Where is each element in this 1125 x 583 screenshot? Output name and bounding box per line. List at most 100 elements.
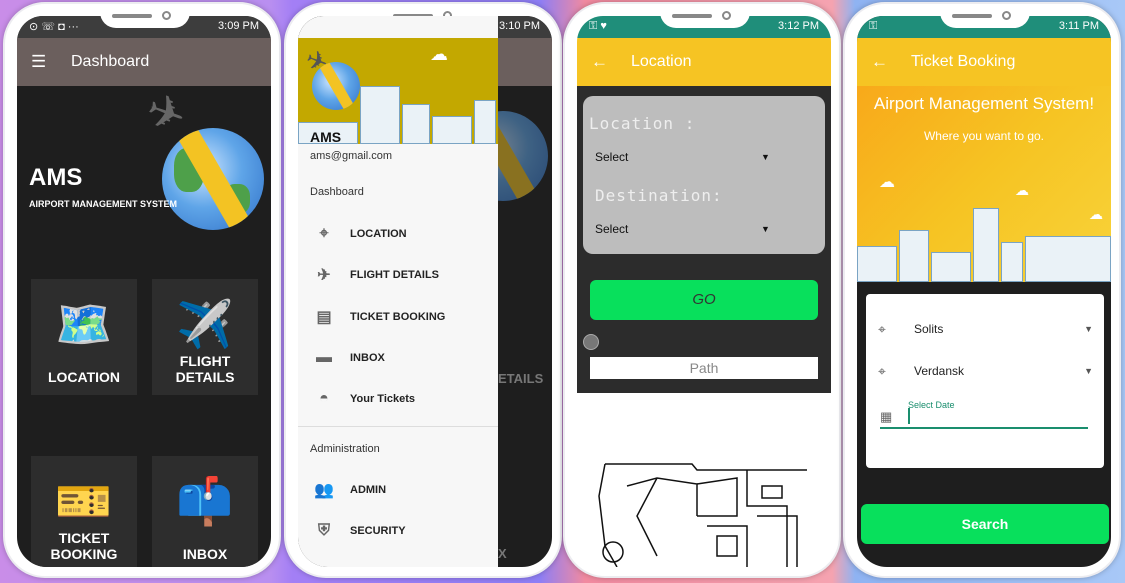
dropdown-caret-icon: ▼ bbox=[1084, 324, 1093, 334]
dropdown-caret-icon: ▼ bbox=[761, 224, 770, 234]
floor-plan-map bbox=[598, 463, 807, 567]
ams-subtitle: AIRPORT MANAGEMENT SYSTEM bbox=[29, 199, 178, 209]
drawer-item-flight-details[interactable]: ✈ FLIGHT DETAILS bbox=[298, 260, 498, 290]
status-icons: ⚿ bbox=[869, 20, 878, 32]
location-select[interactable]: Select ▼ bbox=[595, 150, 775, 164]
back-arrow-icon[interactable]: ← bbox=[871, 52, 893, 72]
drawer-item-label: FLIGHT DETAILS bbox=[350, 269, 440, 281]
location-screen: ⚿ ♥ 3:12 PM ← Location Location : Select… bbox=[577, 16, 831, 567]
to-select-value: Verdansk bbox=[914, 364, 965, 378]
mailbox-icon: ▬ bbox=[316, 349, 332, 366]
location-label: Location : bbox=[589, 114, 696, 133]
status-time: 3:11 PM bbox=[1058, 20, 1099, 32]
location-panel: Location : Select ▼ Destination: Select … bbox=[577, 86, 831, 393]
drawer-item-admin[interactable]: 👥 ADMIN bbox=[298, 475, 498, 505]
phone-notch bbox=[940, 4, 1030, 28]
back-arrow-icon[interactable]: ← bbox=[591, 52, 613, 72]
tile-ticket-booking[interactable]: 🎫 TICKET BOOKING bbox=[31, 456, 137, 567]
airplane-icon: ✈️ bbox=[176, 298, 234, 350]
status-time: 3:10 PM bbox=[499, 20, 540, 32]
destination-select[interactable]: Select ▼ bbox=[595, 222, 775, 236]
status-icons: ⊙ ☏ ◘ ··· bbox=[29, 21, 79, 33]
ticket-icon: ▤ bbox=[316, 309, 332, 326]
drawer-item-inbox[interactable]: ▬ INBOX bbox=[298, 343, 498, 373]
tile-location[interactable]: 🗺️ LOCATION bbox=[31, 279, 137, 395]
tile-flight-details[interactable]: ✈️ FLIGHT DETAILS bbox=[152, 279, 258, 395]
ticket-booking-screen: ⚿ 3:11 PM ← Ticket Booking ☁ ☁ ☁ Airport… bbox=[857, 16, 1111, 567]
drawer-item-your-tickets[interactable]: ◓ Your Tickets bbox=[298, 384, 498, 414]
drawer-item-label: SECURITY bbox=[350, 525, 406, 537]
location-select-value: Select bbox=[595, 150, 629, 164]
date-input-underline bbox=[880, 427, 1088, 429]
to-select[interactable]: ⌖ Verdansk ▼ bbox=[878, 358, 1093, 384]
tile-label-behind: ETAILS bbox=[498, 371, 544, 386]
dropdown-caret-icon: ▼ bbox=[1084, 366, 1093, 376]
radio-indicator bbox=[583, 334, 599, 350]
ticket-icon: 🎫 bbox=[55, 475, 113, 527]
mailbox-icon: 📫 bbox=[176, 475, 234, 527]
location-pin-icon: ⌖ bbox=[319, 225, 329, 242]
airplane-icon: ✈ bbox=[317, 267, 331, 284]
destination-select-value: Select bbox=[595, 222, 629, 236]
cloud-icon: ☁ bbox=[1015, 182, 1029, 198]
tile-label: LOCATION bbox=[47, 369, 121, 385]
phone-notch bbox=[100, 4, 190, 28]
status-icons: ⚿ ♥ bbox=[589, 20, 607, 32]
navigation-drawer: ✈ ☁ AMS ams@gmail.com Dashboard ⌖ LOCATI… bbox=[298, 16, 498, 567]
app-bar: ← Ticket Booking bbox=[857, 38, 1111, 86]
search-button[interactable]: Search bbox=[861, 504, 1109, 544]
hamburger-menu-icon[interactable]: ☰ bbox=[31, 52, 53, 72]
section-administration: Administration bbox=[310, 443, 380, 455]
cloud-icon: ☁ bbox=[879, 174, 895, 191]
drawer-screen: ⊙ ☏ ··· 3:10 PM ETAILS X ✈ ☁ AMS ams@gma… bbox=[298, 16, 552, 567]
globe-logo bbox=[162, 128, 264, 230]
tile-label-behind: X bbox=[498, 546, 507, 561]
from-select[interactable]: ⌖ Solits ▼ bbox=[878, 316, 1093, 342]
drawer-item-label: Your Tickets bbox=[350, 393, 416, 405]
shield-icon: ⛨ bbox=[317, 522, 330, 539]
date-input[interactable] bbox=[908, 408, 910, 424]
go-button[interactable]: GO bbox=[590, 280, 818, 320]
page-title: Dashboard bbox=[71, 53, 150, 70]
path-field[interactable]: Path bbox=[590, 357, 818, 379]
phone-ticket-booking: ⚿ 3:11 PM ← Ticket Booking ☁ ☁ ☁ Airport… bbox=[843, 2, 1121, 578]
location-pin-icon: ⌖ bbox=[878, 320, 886, 337]
date-label: Select Date bbox=[908, 400, 955, 410]
tile-inbox[interactable]: 📫 INBOX bbox=[152, 456, 258, 567]
app-bar: ☰ Dashboard bbox=[17, 38, 271, 86]
drawer-item-location[interactable]: ⌖ LOCATION bbox=[298, 219, 498, 249]
dashboard-screen: ⊙ ☏ ◘ ··· 3:09 PM ☰ Dashboard ✈ AMS AIRP… bbox=[17, 16, 271, 567]
page-title: Location bbox=[631, 53, 692, 70]
drawer-ams-title: AMS bbox=[310, 129, 342, 145]
phone-notch bbox=[660, 4, 750, 28]
people-icon: 👥 bbox=[314, 482, 334, 499]
ams-title: AMS bbox=[29, 164, 83, 191]
dropdown-caret-icon: ▼ bbox=[761, 152, 770, 162]
cloud-icon: ☁ bbox=[430, 44, 448, 64]
booking-card: ⌖ Solits ▼ ⌖ Verdansk ▼ Select Date ▦ bbox=[866, 294, 1104, 468]
location-pin-icon: ⌖ bbox=[878, 362, 886, 379]
hero-title: Airport Management System! bbox=[873, 94, 1095, 113]
destination-label: Destination: bbox=[595, 186, 723, 205]
calendar-icon: ▦ bbox=[880, 409, 893, 424]
drawer-item-ticket-booking[interactable]: ▤ TICKET BOOKING bbox=[298, 302, 498, 332]
drawer-item-label: LOCATION bbox=[350, 228, 407, 240]
drawer-item-security[interactable]: ⛨ SECURITY bbox=[298, 516, 498, 546]
location-card: Location : Select ▼ Destination: Select … bbox=[583, 96, 825, 254]
city-skyline bbox=[857, 202, 1111, 282]
phone-dashboard: ⊙ ☏ ◘ ··· 3:09 PM ☰ Dashboard ✈ AMS AIRP… bbox=[3, 2, 281, 578]
hero-subtitle: Where you want to go. bbox=[923, 129, 1045, 143]
phone-drawer: ⊙ ☏ ··· 3:10 PM ETAILS X ✈ ☁ AMS ams@gma… bbox=[284, 2, 562, 578]
drawer-item-label: ADMIN bbox=[350, 484, 387, 496]
tile-label: TICKET BOOKING bbox=[50, 530, 118, 562]
phone-location: ⚿ ♥ 3:12 PM ← Location Location : Select… bbox=[563, 2, 841, 578]
section-dashboard: Dashboard bbox=[310, 186, 364, 198]
map-pin-icon: 🗺️ bbox=[55, 298, 113, 350]
drawer-item-label: TICKET BOOKING bbox=[350, 311, 446, 323]
tile-label: INBOX bbox=[182, 546, 228, 562]
tile-label: FLIGHT DETAILS bbox=[175, 353, 235, 385]
status-time: 3:09 PM bbox=[218, 20, 259, 32]
user-ticket-icon: ◓ bbox=[319, 390, 329, 407]
drawer-email: ams@gmail.com bbox=[310, 150, 393, 162]
app-bar: ← Location bbox=[577, 38, 831, 86]
